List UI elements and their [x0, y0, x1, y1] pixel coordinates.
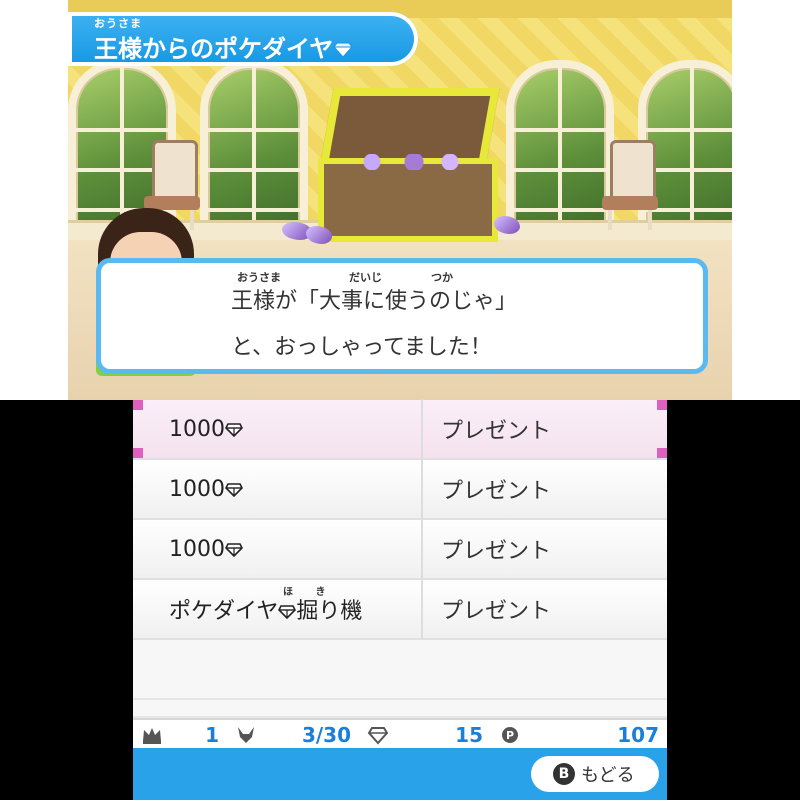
reward-amount: 1000 — [169, 536, 225, 562]
dialog-text-1: 王様が「大事に使うのじゃ」 — [231, 289, 518, 314]
points-count: 107 — [617, 723, 659, 747]
reward-item: ほ き ポケダイヤ 掘り機 — [133, 587, 421, 625]
diamond-count: 15 — [455, 723, 483, 747]
dialog-box: おうさま だいじ つか 王様が「大事に使うのじゃ」 と、おっしゃってました！ — [96, 258, 708, 374]
present-button[interactable]: プレゼント — [421, 519, 667, 579]
reward-item: 1000 — [133, 417, 421, 442]
present-button[interactable]: プレゼント — [421, 579, 667, 639]
reward-amount: 1000 — [169, 476, 225, 502]
diamond-icon — [333, 42, 354, 58]
present-button[interactable]: プレゼント — [421, 459, 667, 519]
dialog-ruby: つか — [431, 271, 453, 284]
dialog-line-1: おうさま だいじ つか 王様が「大事に使うのじゃ」 — [231, 269, 517, 315]
svg-text:P: P — [506, 729, 514, 742]
reward-row[interactable]: 1000 プレゼント — [133, 519, 667, 580]
page-title: 王様からのポケダイヤ — [94, 29, 354, 64]
selection-corner — [657, 448, 667, 458]
reward-amount: 1000 — [169, 416, 225, 442]
reward-row[interactable]: 1000 プレゼント — [133, 399, 667, 460]
dialog-ruby: だいじ — [349, 271, 382, 284]
back-label: もどる — [581, 765, 635, 786]
back-button[interactable]: B もどる — [531, 756, 659, 792]
dialog-line-2: と、おっしゃってました！ — [231, 329, 492, 361]
bezel-right — [667, 400, 800, 800]
empty-row — [133, 700, 667, 718]
bottom-bar: B もどる — [133, 748, 667, 800]
item-ruby: ほ き — [283, 587, 329, 598]
present-button[interactable]: プレゼント — [421, 399, 667, 459]
reward-item: 1000 — [133, 477, 421, 502]
pokemon-stat: 3/30 — [227, 720, 359, 750]
points-stat: P 107 — [491, 720, 667, 750]
crown-count: 1 — [205, 723, 219, 747]
chair-right — [602, 140, 658, 230]
pokemon-count: 3/30 — [301, 723, 351, 747]
diamond-icon — [278, 605, 297, 619]
crown-stat: 1 — [133, 720, 227, 750]
reward-row[interactable]: 1000 プレゼント — [133, 459, 667, 520]
bezel-left — [0, 400, 133, 800]
title-banner: おうさま 王様からのポケダイヤ — [68, 12, 418, 66]
dialog-ruby: おうさま — [237, 271, 281, 284]
reward-name: ポケダイヤ — [169, 599, 279, 624]
diamond-stat: 15 — [359, 720, 491, 750]
crown-icon — [143, 728, 161, 744]
status-bar: 1 3/30 15 P 107 — [133, 718, 667, 750]
selection-corner — [133, 400, 143, 410]
selection-corner — [133, 448, 143, 458]
reward-name-suffix: 掘り機 — [296, 599, 363, 624]
b-button-icon: B — [553, 763, 575, 785]
bottom-screen: 1000 プレゼント 1000 プレゼント 1000 プレゼント ほ き ポケダ… — [133, 399, 667, 800]
dialog-text-2: と、おっしゃってました！ — [231, 335, 492, 360]
gems-in-chest — [348, 154, 468, 170]
reward-item: 1000 — [133, 537, 421, 562]
selection-corner — [657, 400, 667, 410]
window-left-center — [200, 60, 308, 244]
reward-row[interactable]: ほ き ポケダイヤ 掘り機 プレゼント — [133, 579, 667, 640]
window-right-center — [506, 60, 614, 244]
pikachu-icon — [238, 727, 254, 743]
diamond-icon — [225, 542, 243, 557]
diamond-icon — [367, 727, 389, 745]
title-label: 王様からのポケダイヤ — [94, 35, 334, 63]
diamond-icon — [225, 422, 243, 437]
empty-row — [133, 640, 667, 700]
points-icon: P — [502, 727, 518, 743]
diamond-icon — [225, 482, 243, 497]
treasure-chest — [318, 88, 500, 242]
